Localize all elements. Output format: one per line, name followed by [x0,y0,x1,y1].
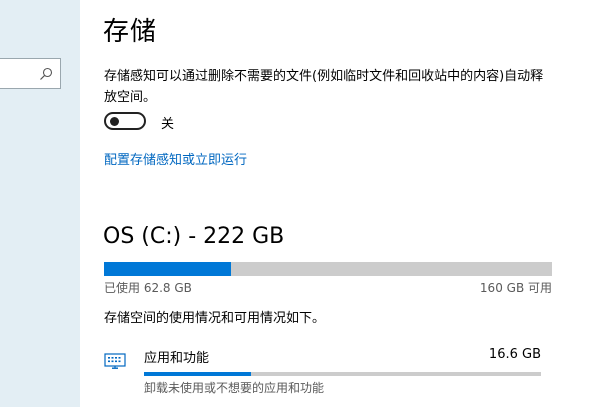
usage-summary: 存储空间的使用情况和可用情况如下。 [104,311,326,326]
used-space-label: 已使用 62.8 GB [104,281,192,295]
drive-usage-bar [104,262,552,276]
storage-sense-description: 存储感知可以通过删除不需要的文件(例如临时文件和回收站中的内容)自动释放空间。 [104,69,544,105]
free-space-label: 160 GB 可用 [479,281,552,295]
search-input[interactable] [0,58,61,89]
category-usage-bar [144,372,541,376]
drive-title: OS (C:) - 222 GB [103,224,285,249]
category-usage-fill [144,372,252,376]
drive-usage-fill [104,262,231,276]
page-title: 存储 [103,17,158,47]
toggle-state-label: 关 [161,117,175,132]
category-size: 16.6 GB [488,347,541,362]
sidebar [0,0,80,407]
storage-page: 存储 存储感知可以通过删除不需要的文件(例如临时文件和回收站中的内容)自动释放空… [80,0,600,407]
search-icon [40,67,53,80]
toggle-knob [110,117,119,126]
storage-sense-toggle[interactable] [104,112,146,130]
category-description: 卸载未使用或不想要的应用和功能 [144,381,325,395]
category-name: 应用和功能 [144,351,210,366]
configure-storage-sense-link[interactable]: 配置存储感知或立即运行 [104,149,247,168]
category-apps-features[interactable]: 应用和功能 16.6 GB 卸载未使用或不想要的应用和功能 [102,340,542,400]
apps-features-icon [104,353,126,369]
